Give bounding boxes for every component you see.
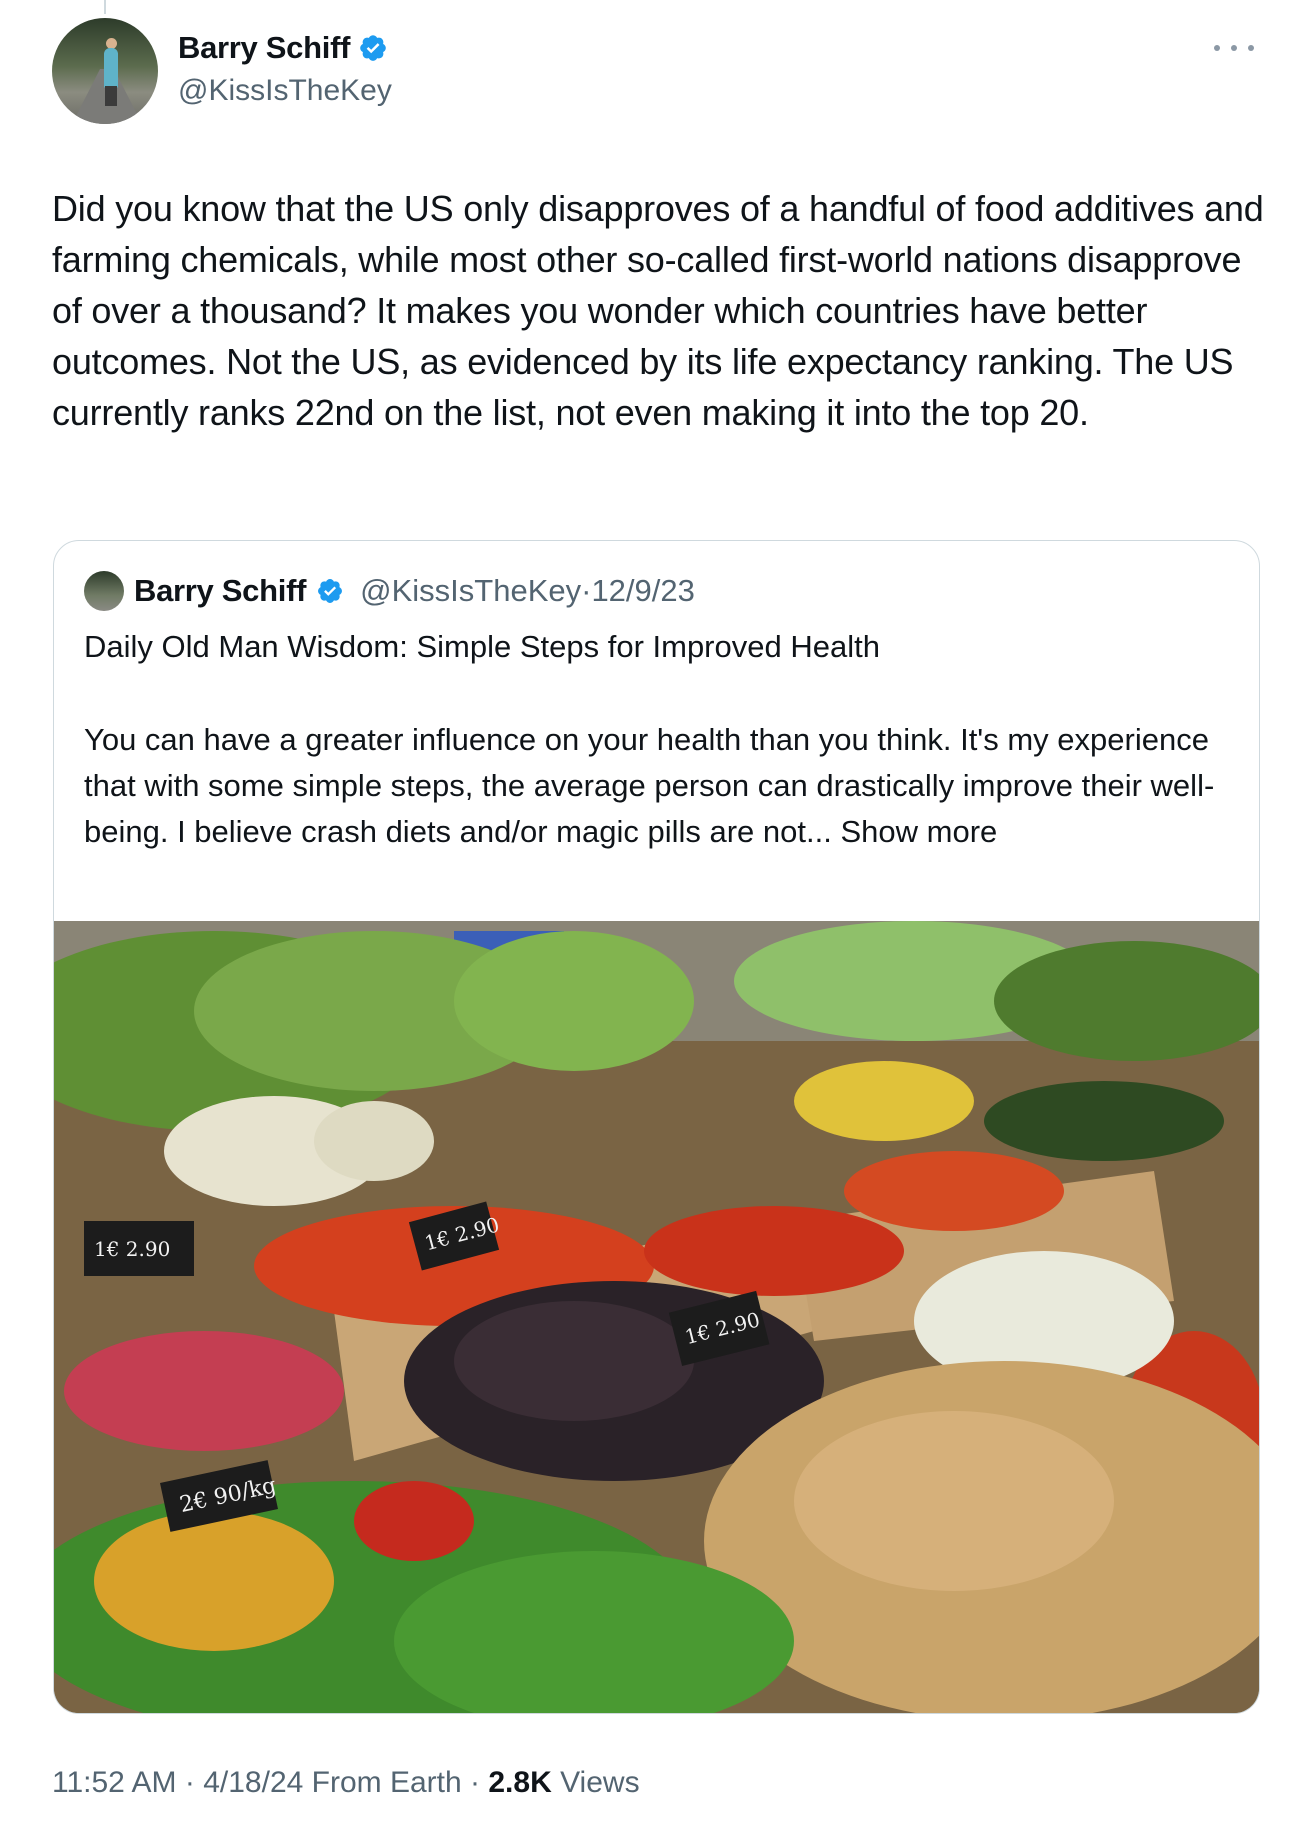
more-options-icon[interactable]: [1214, 38, 1254, 58]
views-count[interactable]: 2.8K: [488, 1766, 551, 1799]
quoted-tweet-text: You can have a greater influence on your…: [84, 722, 1215, 849]
quoted-tweet-date: 12/9/23: [591, 573, 695, 608]
quoted-tweet-card[interactable]: Barry Schiff @KissIsTheKey·12/9/23 Daily…: [53, 540, 1260, 1714]
author-avatar[interactable]: [52, 18, 158, 124]
quoted-author-avatar: [84, 571, 124, 611]
author-block: Barry Schiff @KissIsTheKey: [178, 30, 392, 108]
author-handle[interactable]: @KissIsTheKey: [178, 74, 392, 108]
show-more-link[interactable]: Show more: [840, 814, 997, 849]
thread-connector-line: [104, 0, 106, 14]
quoted-verified-badge-icon: [318, 579, 343, 603]
verified-badge-icon: [360, 35, 386, 61]
vegetable-market-image[interactable]: 2€ 90/kg 1€ 2.90 1€ 2.90 1€ 2.90: [54, 921, 1259, 1713]
quoted-author-handle: @KissIsTheKey: [360, 573, 582, 608]
author-name[interactable]: Barry Schiff: [178, 30, 350, 66]
quoted-tweet-header: Barry Schiff @KissIsTheKey·12/9/23: [84, 571, 695, 611]
tweet-date[interactable]: 4/18/24: [203, 1766, 303, 1799]
tweet-text: Did you know that the US only disapprove…: [52, 188, 1264, 433]
quoted-tweet-body: You can have a greater influence on your…: [84, 717, 1234, 855]
tweet-time[interactable]: 11:52 AM: [52, 1766, 177, 1799]
tweet-footer: 11:52 AM · 4/18/24 From Earth · 2.8K Vie…: [52, 1766, 640, 1799]
price-tag-radishes: 1€ 2.90: [94, 1237, 170, 1261]
views-label: Views: [560, 1766, 640, 1799]
tweet-source: From Earth: [311, 1766, 462, 1799]
quoted-tweet-title: Daily Old Man Wisdom: Simple Steps for I…: [84, 629, 880, 664]
quoted-author-name: Barry Schiff: [134, 573, 307, 608]
